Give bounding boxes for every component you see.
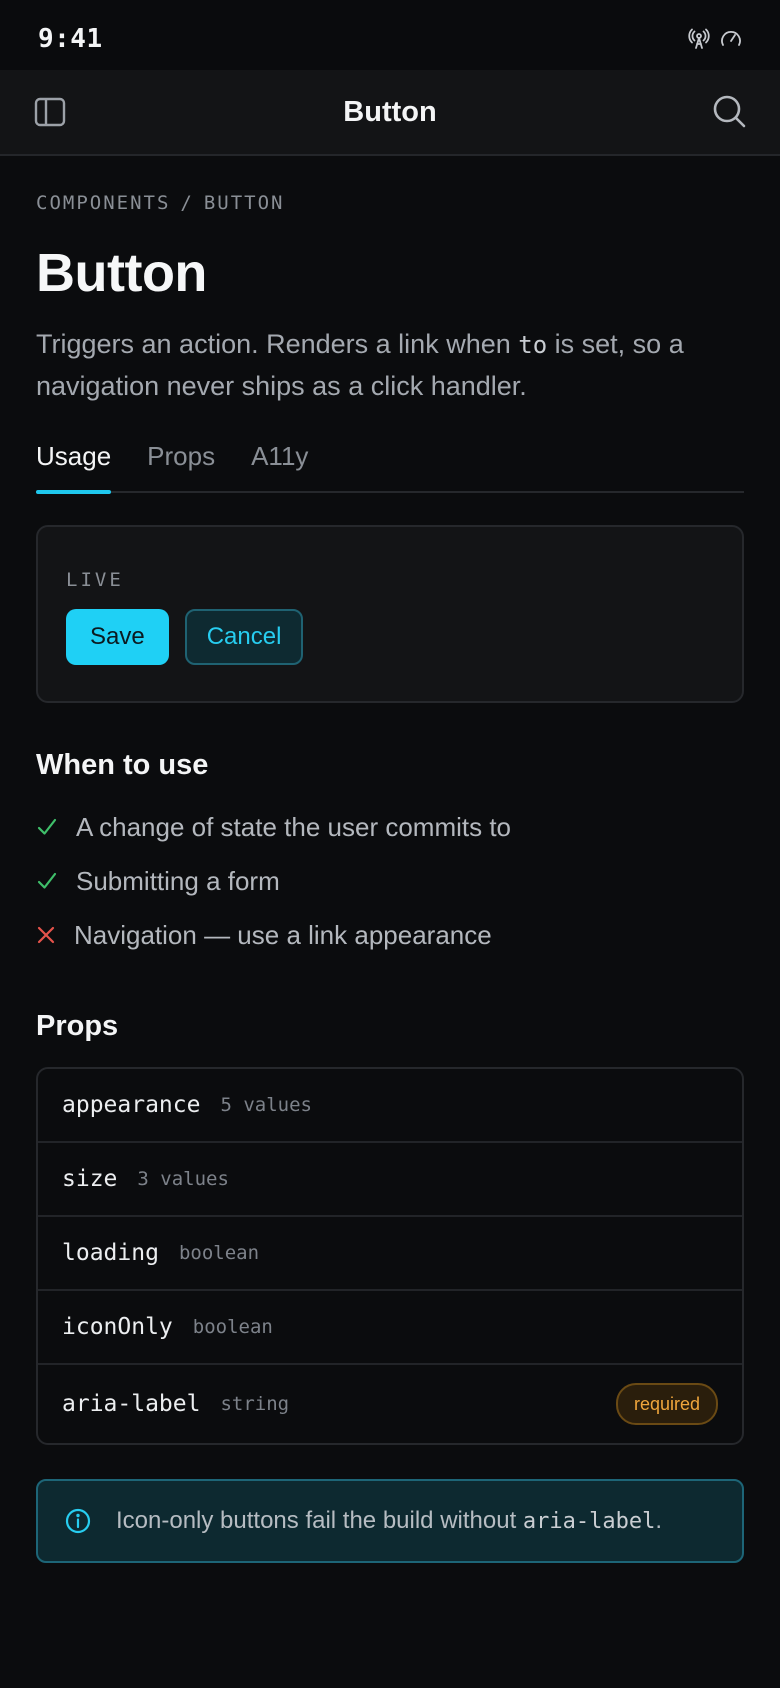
main-content: COMPONENTS / BUTTON Button Triggers an act… xyxy=(0,192,780,1563)
callout-text-start: Icon-only buttons fail the build without xyxy=(116,1507,523,1534)
table-row: loading boolean xyxy=(38,1217,742,1291)
page-description: Triggers an action. Renders a link when … xyxy=(36,324,744,407)
table-row: size 3 values xyxy=(38,1143,742,1217)
prop-type: boolean xyxy=(178,1242,260,1264)
prop-name: loading xyxy=(62,1240,159,1266)
sidebar-panel-icon[interactable] xyxy=(32,94,68,130)
tab-props[interactable]: Props xyxy=(147,433,215,491)
tab-bar: Usage Props A11y xyxy=(36,433,744,494)
list-item-text: A change of state the user commits to xyxy=(76,811,512,842)
when-to-use-heading: When to use xyxy=(36,749,209,781)
prop-name: size xyxy=(62,1166,118,1192)
description-text: Triggers an action. Renders a link when xyxy=(36,329,519,359)
prop-type: string xyxy=(220,1393,290,1415)
info-icon xyxy=(64,1507,104,1535)
list-item-text: Submitting a form xyxy=(76,865,280,896)
page-title: Button xyxy=(36,243,207,303)
live-preview-card: LIVE Save Cancel xyxy=(36,525,744,703)
list-item: A change of state the user commits to xyxy=(36,800,744,854)
list-item: Navigation — use a link appearance xyxy=(36,908,744,962)
check-icon xyxy=(36,816,76,838)
info-callout: Icon-only buttons fail the build without… xyxy=(36,1479,744,1563)
app-bar: Button xyxy=(0,70,780,156)
list-item-text: Navigation — use a link appearance xyxy=(74,919,492,950)
prop-name: appearance xyxy=(62,1092,201,1118)
breadcrumb-separator: / xyxy=(180,192,194,214)
check-icon xyxy=(36,870,76,892)
breadcrumb: COMPONENTS / BUTTON xyxy=(36,192,744,214)
status-time: 9:41 xyxy=(38,24,103,54)
tab-a11y[interactable]: A11y xyxy=(251,433,308,491)
callout-text: Icon-only buttons fail the build without… xyxy=(116,1507,662,1535)
description-code: to xyxy=(518,331,548,359)
prop-type: 3 values xyxy=(137,1168,229,1190)
broadcast-icon xyxy=(688,28,710,55)
status-bar: 9:41 xyxy=(0,0,780,70)
tab-usage[interactable]: Usage xyxy=(36,433,112,494)
table-row: aria-label string required xyxy=(38,1365,742,1443)
props-heading: Props xyxy=(36,1010,119,1042)
breadcrumb-item-components[interactable]: COMPONENTS xyxy=(36,192,170,214)
prop-type: 5 values xyxy=(220,1094,312,1116)
cancel-button[interactable]: Cancel xyxy=(184,609,304,665)
breadcrumb-item-button: BUTTON xyxy=(203,192,285,214)
props-table: appearance 5 values size 3 values loadin… xyxy=(36,1067,744,1445)
speed-gauge-icon xyxy=(720,28,742,55)
search-icon[interactable] xyxy=(710,92,748,130)
table-row: iconOnly boolean xyxy=(38,1291,742,1365)
prop-name: iconOnly xyxy=(62,1314,173,1340)
prop-type: boolean xyxy=(192,1316,273,1338)
live-label: LIVE xyxy=(66,569,124,591)
live-buttons: Save Cancel xyxy=(66,609,714,665)
status-icons xyxy=(688,28,742,55)
table-row: appearance 5 values xyxy=(38,1069,742,1143)
prop-name: aria-label xyxy=(62,1391,201,1417)
callout-text-end: . xyxy=(655,1507,663,1534)
required-badge: required xyxy=(615,1383,718,1425)
cross-icon xyxy=(36,925,74,945)
callout-code: aria-label xyxy=(522,1509,656,1534)
when-to-use-list: A change of state the user commits to Su… xyxy=(36,800,744,962)
save-button[interactable]: Save xyxy=(66,609,169,665)
app-bar-title: Button xyxy=(343,95,437,128)
list-item: Submitting a form xyxy=(36,854,744,908)
